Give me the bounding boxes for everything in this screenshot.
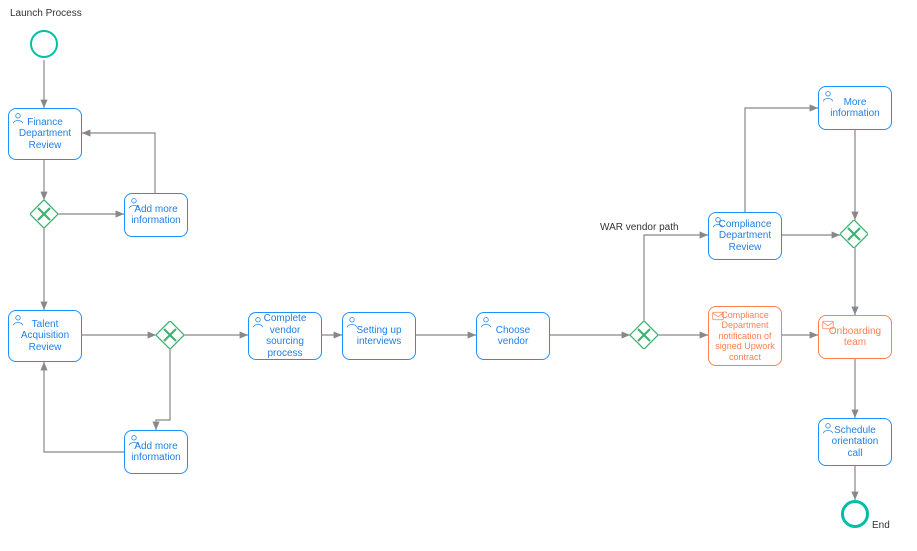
gateway-finance[interactable] [30, 200, 58, 228]
start-event[interactable] [30, 30, 58, 58]
user-icon [12, 112, 24, 124]
user-icon [712, 216, 724, 228]
task-compliance-review[interactable]: Compliance Department Review [708, 212, 782, 260]
user-icon [480, 316, 492, 328]
task-add-info-talent[interactable]: Add more information [124, 430, 188, 474]
gateway-talent[interactable] [156, 321, 184, 349]
user-icon [252, 316, 264, 328]
edge-label-war-vendor: WAR vendor path [600, 222, 679, 233]
user-icon [128, 434, 140, 446]
task-setting-interviews[interactable]: Setting up interviews [342, 312, 416, 360]
task-choose-vendor[interactable]: Choose vendor [476, 312, 550, 360]
task-complete-sourcing[interactable]: Complete vendor sourcing process [248, 312, 322, 360]
task-finance-review[interactable]: Finance Department Review [8, 108, 82, 160]
task-onboarding-team[interactable]: Onboarding team [818, 315, 892, 359]
user-icon [346, 316, 358, 328]
end-event[interactable] [841, 500, 869, 528]
task-schedule-call[interactable]: Schedule orientation call [818, 418, 892, 466]
task-talent-review[interactable]: Talent Acquisition Review [8, 310, 82, 362]
mail-icon [712, 310, 724, 322]
mail-icon [822, 319, 834, 331]
user-icon [128, 197, 140, 209]
user-icon [822, 422, 834, 434]
task-compliance-notify[interactable]: Compliance Department notification of si… [708, 306, 782, 366]
task-more-info[interactable]: More information [818, 86, 892, 130]
user-icon [12, 314, 24, 326]
start-label: Launch Process [10, 8, 82, 19]
end-label: End [872, 520, 890, 531]
gateway-vendor-path[interactable] [630, 321, 658, 349]
gateway-compliance[interactable] [840, 220, 868, 248]
user-icon [822, 90, 834, 102]
task-add-info-finance[interactable]: Add more information [124, 193, 188, 237]
